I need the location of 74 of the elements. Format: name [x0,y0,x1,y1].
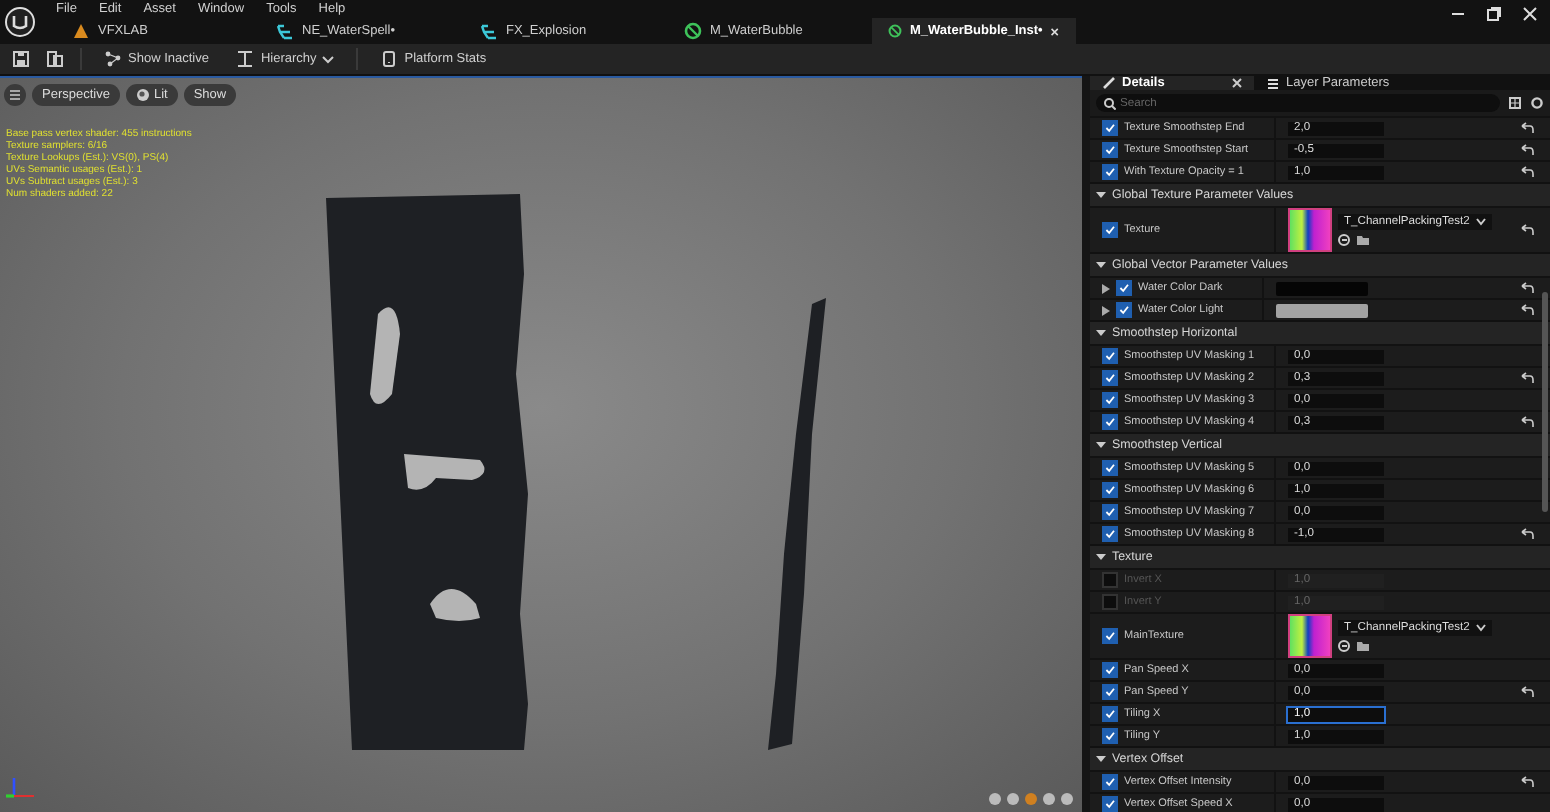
reset-arrow-icon[interactable] [1520,528,1534,540]
checkbox[interactable] [1102,526,1118,542]
reset-arrow-icon[interactable] [1520,416,1534,428]
checkbox[interactable] [1102,222,1118,238]
check-icon [1104,630,1116,642]
emitter-icon [276,22,294,40]
browse-icon[interactable] [46,50,64,68]
close-icon[interactable] [1232,78,1242,88]
checkbox[interactable] [1116,280,1132,296]
checkbox[interactable] [1102,482,1118,498]
caret-icon [1096,190,1106,200]
axis-gizmo-icon [6,772,38,804]
reset-arrow-icon[interactable] [1520,282,1534,294]
folder-icon[interactable] [1356,234,1370,246]
search-icon [1104,97,1116,109]
reset-arrow-icon[interactable] [1520,304,1534,316]
checkbox[interactable] [1102,460,1118,476]
reset-arrow-icon[interactable] [1520,372,1534,384]
expand-arrow-icon[interactable] [1102,305,1110,315]
checkbox[interactable] [1102,164,1118,180]
reset-arrow-icon[interactable] [1520,686,1534,698]
checkbox[interactable] [1102,370,1118,386]
checkbox[interactable] [1102,706,1118,722]
caret-icon [1096,440,1106,450]
checkbox[interactable] [1102,662,1118,678]
checkbox[interactable] [1102,728,1118,744]
checkbox[interactable] [1102,348,1118,364]
check-icon [1104,224,1116,236]
use-selected-icon[interactable] [1338,640,1350,652]
texture-thumbnail[interactable] [1288,208,1332,252]
texture-thumbnail[interactable] [1288,614,1332,658]
emitter-icon [480,22,498,40]
caret-icon [1475,218,1486,226]
reset-arrow-icon[interactable] [1520,122,1534,134]
checkbox[interactable] [1102,120,1118,136]
color-swatch[interactable] [1276,303,1368,317]
engine-logo-icon[interactable] [4,6,36,38]
close-icon[interactable] [1522,6,1538,22]
expand-arrow-icon[interactable] [1102,283,1110,293]
close-icon[interactable] [1050,25,1060,37]
level-icon [72,22,90,40]
checkbox[interactable] [1102,628,1118,644]
checkbox[interactable] [1102,414,1118,430]
hierarchy-icon [236,50,255,68]
caret-icon [1096,754,1106,764]
save-icon[interactable] [12,50,30,68]
caret-icon [1096,260,1106,270]
checkbox[interactable] [1102,684,1118,700]
caret-icon [1096,328,1106,338]
reset-arrow-icon[interactable] [1520,166,1534,178]
use-selected-icon[interactable] [1338,234,1350,246]
pencil-icon [1102,76,1116,90]
checkbox[interactable] [1102,392,1118,408]
reset-arrow-icon[interactable] [1520,776,1534,788]
phone-icon [380,50,399,68]
settings-icon[interactable] [1530,96,1544,110]
nodes-icon [104,50,122,68]
grid-icon[interactable] [1508,96,1522,110]
reset-arrow-icon[interactable] [1520,144,1534,156]
restore-icon[interactable] [1486,6,1502,22]
caret-icon [1096,552,1106,562]
folder-icon[interactable] [1356,640,1370,652]
caret-icon [1475,624,1486,632]
viewport-menu-button[interactable] [4,84,26,106]
reset-arrow-icon[interactable] [1520,224,1534,236]
menu-icon [8,88,22,102]
checkbox[interactable] [1102,504,1118,520]
scrollbar-thumb[interactable] [1542,292,1548,512]
layers-icon [1266,76,1280,90]
checkbox[interactable] [1102,796,1118,812]
checkbox[interactable] [1116,302,1132,318]
checkbox[interactable] [1102,142,1118,158]
checkbox[interactable] [1102,774,1118,790]
caret-icon [322,55,335,63]
